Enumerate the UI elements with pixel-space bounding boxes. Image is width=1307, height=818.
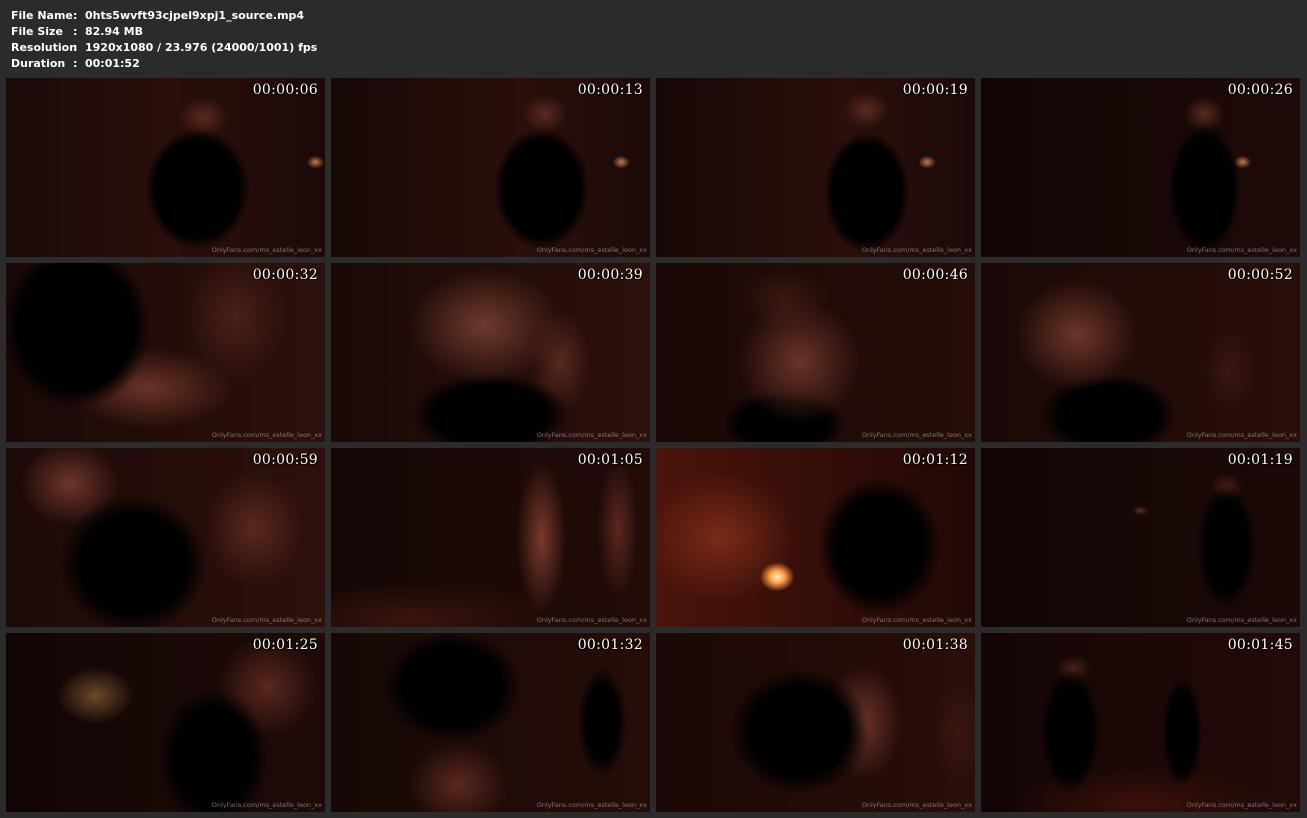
resolution-row: Resolution : 1920x1080 / 23.976 (24000/1… [11, 40, 317, 56]
file-size-row: File Size : 82.94 MB [11, 24, 317, 40]
timestamp: 00:00:26 [1227, 82, 1293, 98]
thumbnail[interactable]: 00:01:45 OnlyFans.com/ms_estelle_leon_xx [981, 633, 1300, 812]
timestamp: 00:00:06 [252, 82, 318, 98]
watermark: OnlyFans.com/ms_estelle_leon_xx [211, 246, 322, 254]
video-frame-image [331, 448, 650, 627]
video-frame-image [981, 263, 1300, 442]
timestamp: 00:01:25 [252, 637, 318, 653]
duration-value: 00:01:52 [85, 57, 140, 70]
video-frame-image [331, 263, 650, 442]
timestamp: 00:00:19 [902, 82, 968, 98]
watermark: OnlyFans.com/ms_estelle_leon_xx [536, 801, 647, 809]
video-frame-image [656, 633, 975, 812]
file-name-label: File Name [11, 9, 73, 22]
thumbnail[interactable]: 00:01:32 OnlyFans.com/ms_estelle_leon_xx [331, 633, 650, 812]
thumbnail-grid: 00:00:06 OnlyFans.com/ms_estelle_leon_xx… [6, 78, 1302, 812]
watermark: OnlyFans.com/ms_estelle_leon_xx [211, 801, 322, 809]
video-frame-image [656, 448, 975, 627]
video-frame-image [656, 78, 975, 257]
timestamp: 00:00:39 [577, 267, 643, 283]
file-name-row: File Name : 0hts5wvft93cjpel9xpj1_source… [11, 8, 317, 24]
video-frame-image [331, 78, 650, 257]
watermark: OnlyFans.com/ms_estelle_leon_xx [211, 616, 322, 624]
watermark: OnlyFans.com/ms_estelle_leon_xx [211, 431, 322, 439]
thumbnail[interactable]: 00:00:52 OnlyFans.com/ms_estelle_leon_xx [981, 263, 1300, 442]
duration-separator: : [73, 57, 78, 70]
thumbnail[interactable]: 00:01:38 OnlyFans.com/ms_estelle_leon_xx [656, 633, 975, 812]
thumbnail[interactable]: 00:00:13 OnlyFans.com/ms_estelle_leon_xx [331, 78, 650, 257]
video-frame-image [6, 448, 325, 627]
resolution-value: 1920x1080 / 23.976 (24000/1001) fps [85, 41, 318, 54]
timestamp: 00:01:12 [902, 452, 968, 468]
watermark: OnlyFans.com/ms_estelle_leon_xx [861, 801, 972, 809]
file-name-separator: : [73, 9, 78, 22]
timestamp: 00:01:45 [1227, 637, 1293, 653]
thumbnail[interactable]: 00:01:12 OnlyFans.com/ms_estelle_leon_xx [656, 448, 975, 627]
file-size-separator: : [73, 25, 78, 38]
watermark: OnlyFans.com/ms_estelle_leon_xx [1186, 246, 1297, 254]
thumbnail[interactable]: 00:00:26 OnlyFans.com/ms_estelle_leon_xx [981, 78, 1300, 257]
video-frame-image [6, 263, 325, 442]
video-frame-image [6, 78, 325, 257]
duration-row: Duration : 00:01:52 [11, 56, 317, 72]
thumbnail[interactable]: 00:01:05 OnlyFans.com/ms_estelle_leon_xx [331, 448, 650, 627]
video-frame-image [981, 78, 1300, 257]
watermark: OnlyFans.com/ms_estelle_leon_xx [861, 246, 972, 254]
watermark: OnlyFans.com/ms_estelle_leon_xx [861, 431, 972, 439]
timestamp: 00:00:52 [1227, 267, 1293, 283]
video-frame-image [6, 633, 325, 812]
video-frame-image [981, 633, 1300, 812]
video-frame-image [981, 448, 1300, 627]
file-info-panel: File Name : 0hts5wvft93cjpel9xpj1_source… [11, 8, 317, 72]
timestamp: 00:01:32 [577, 637, 643, 653]
timestamp: 00:01:05 [577, 452, 643, 468]
file-size-value: 82.94 MB [85, 25, 143, 38]
watermark: OnlyFans.com/ms_estelle_leon_xx [536, 616, 647, 624]
file-size-label: File Size [11, 25, 63, 38]
timestamp: 00:00:46 [902, 267, 968, 283]
timestamp: 00:01:38 [902, 637, 968, 653]
thumbnail[interactable]: 00:00:46 OnlyFans.com/ms_estelle_leon_xx [656, 263, 975, 442]
timestamp: 00:01:19 [1227, 452, 1293, 468]
watermark: OnlyFans.com/ms_estelle_leon_xx [1186, 431, 1297, 439]
timestamp: 00:00:32 [252, 267, 318, 283]
thumbnail[interactable]: 00:00:39 OnlyFans.com/ms_estelle_leon_xx [331, 263, 650, 442]
watermark: OnlyFans.com/ms_estelle_leon_xx [1186, 616, 1297, 624]
thumbnail[interactable]: 00:01:19 OnlyFans.com/ms_estelle_leon_xx [981, 448, 1300, 627]
file-name-value: 0hts5wvft93cjpel9xpj1_source.mp4 [85, 9, 305, 22]
timestamp: 00:00:59 [252, 452, 318, 468]
thumbnail[interactable]: 00:00:06 OnlyFans.com/ms_estelle_leon_xx [6, 78, 325, 257]
watermark: OnlyFans.com/ms_estelle_leon_xx [536, 246, 647, 254]
thumbnail[interactable]: 00:00:32 OnlyFans.com/ms_estelle_leon_xx [6, 263, 325, 442]
thumbnail[interactable]: 00:00:59 OnlyFans.com/ms_estelle_leon_xx [6, 448, 325, 627]
watermark: OnlyFans.com/ms_estelle_leon_xx [1186, 801, 1297, 809]
duration-label: Duration [11, 57, 66, 70]
watermark: OnlyFans.com/ms_estelle_leon_xx [861, 616, 972, 624]
resolution-separator: : [73, 41, 78, 54]
resolution-label: Resolution [11, 41, 78, 54]
video-frame-image [656, 263, 975, 442]
video-frame-image [331, 633, 650, 812]
thumbnail[interactable]: 00:00:19 OnlyFans.com/ms_estelle_leon_xx [656, 78, 975, 257]
timestamp: 00:00:13 [577, 82, 643, 98]
thumbnail[interactable]: 00:01:25 OnlyFans.com/ms_estelle_leon_xx [6, 633, 325, 812]
watermark: OnlyFans.com/ms_estelle_leon_xx [536, 431, 647, 439]
